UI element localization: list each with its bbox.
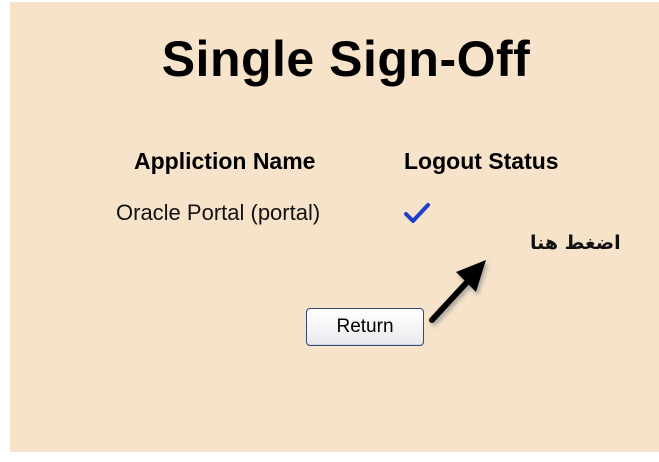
page-title: Single Sign-Off xyxy=(161,31,531,87)
return-button[interactable]: Return xyxy=(306,308,424,346)
column-header-application-name: Appliction Name xyxy=(134,148,316,174)
page-panel: Single Sign-Off Appliction Name Logout S… xyxy=(10,2,659,452)
column-header-logout-status: Logout Status xyxy=(404,148,559,174)
checkmark-icon xyxy=(404,203,430,223)
annotation-text: اضغط هنا xyxy=(530,232,621,254)
application-name-cell: Oracle Portal (portal) xyxy=(116,200,321,225)
arrow-pointer-icon xyxy=(429,260,486,323)
